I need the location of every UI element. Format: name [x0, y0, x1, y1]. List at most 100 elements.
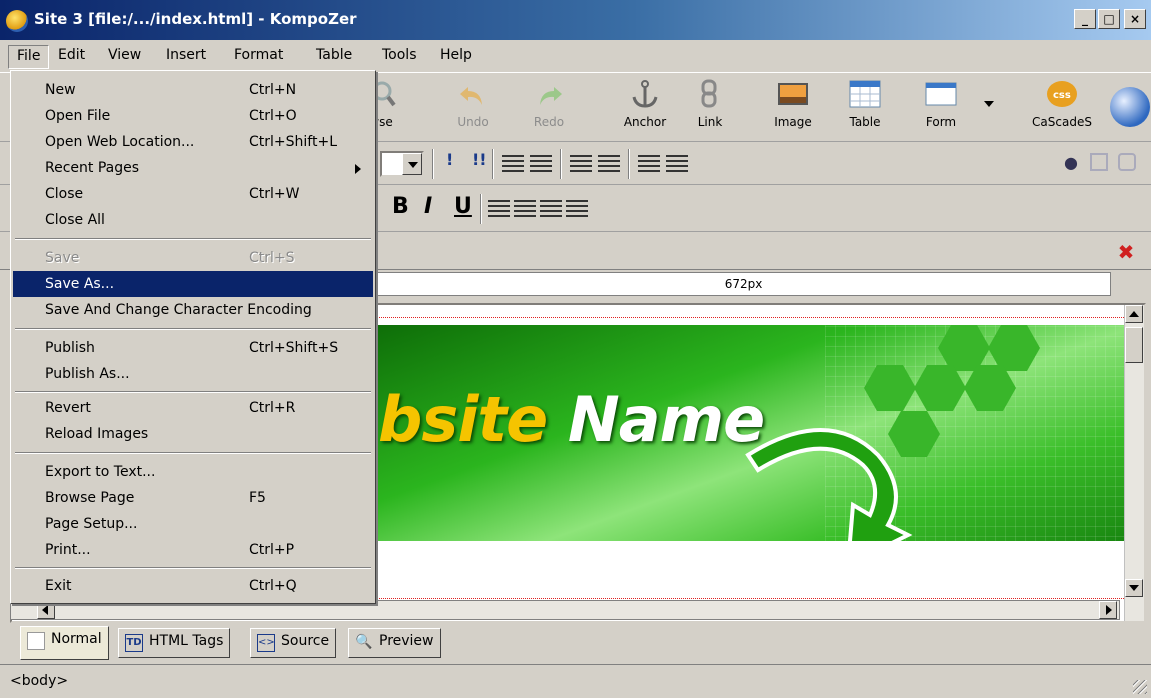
menu-item-save-change-encoding[interactable]: Save And Change Character Encoding [13, 297, 373, 323]
align-right-icon[interactable] [540, 200, 562, 218]
menu-item-save-as[interactable]: Save As... [13, 271, 373, 297]
italic-button[interactable]: I [424, 194, 432, 219]
underline-button[interactable]: U [454, 194, 472, 219]
menu-item-print[interactable]: Print... Ctrl+P [13, 537, 373, 563]
close-window-button[interactable]: × [1124, 9, 1146, 29]
resize-grip-icon[interactable] [1133, 680, 1147, 694]
window-title: Site 3 [file:/.../index.html] - KompoZer [34, 10, 357, 28]
toolbar-separator [492, 149, 494, 179]
vertical-scrollbar[interactable] [1124, 305, 1144, 621]
submenu-arrow-icon [355, 164, 361, 174]
menu-separator [15, 567, 371, 569]
menu-item-open-file[interactable]: Open File Ctrl+O [13, 103, 373, 129]
cascades-label: CaScadeS [1032, 115, 1092, 129]
undo-icon [456, 79, 490, 109]
toolbar-separator [432, 149, 434, 179]
element-path[interactable]: <body> [10, 673, 68, 689]
page-icon [27, 632, 45, 650]
layer-icon[interactable] [1090, 153, 1108, 171]
text-style-dropdown[interactable] [380, 151, 424, 177]
outdent-icon[interactable] [598, 155, 620, 173]
chain-link-icon [693, 79, 727, 109]
menu-item-publish[interactable]: Publish Ctrl+Shift+S [13, 335, 373, 361]
definition-term-icon[interactable] [638, 155, 660, 173]
form-dropdown-arrow-icon[interactable] [984, 101, 994, 107]
kompozer-app-icon [6, 10, 28, 32]
bold-button[interactable]: B [392, 194, 409, 219]
bullet-list-icon[interactable] [530, 155, 552, 173]
zoom-icon[interactable]: ● [1064, 153, 1078, 172]
menu-view[interactable]: View [100, 45, 149, 69]
tab-preview-label: Preview [379, 633, 434, 649]
globe-icon[interactable] [1110, 87, 1150, 127]
align-left-icon[interactable] [488, 200, 510, 218]
menu-item-open-web-location[interactable]: Open Web Location... Ctrl+Shift+L [13, 129, 373, 155]
close-tab-icon[interactable]: ✖ [1116, 242, 1136, 262]
scroll-right-icon[interactable] [1099, 601, 1117, 619]
image-button[interactable]: Image [760, 77, 826, 129]
menu-item-page-setup[interactable]: Page Setup... [13, 511, 373, 537]
menu-separator [15, 391, 371, 393]
menu-insert[interactable]: Insert [158, 45, 214, 69]
banner-site-name: bsite Name [378, 383, 765, 456]
tab-normal[interactable]: Normal [20, 626, 109, 660]
menu-separator [15, 328, 371, 330]
anchor-button[interactable]: Anchor [612, 77, 678, 129]
redo-button[interactable]: Redo [516, 77, 582, 129]
banner-image[interactable]: bsite Name [378, 325, 1125, 557]
scroll-down-icon[interactable] [1125, 579, 1143, 597]
redo-label: Redo [533, 115, 565, 129]
numbered-list-icon[interactable] [502, 155, 524, 173]
undo-button[interactable]: Undo [440, 77, 506, 129]
menu-item-publish-as[interactable]: Publish As... [13, 361, 373, 387]
menu-item-close-all[interactable]: Close All [13, 207, 373, 233]
tab-html-tags[interactable]: TD HTML Tags [118, 628, 231, 658]
chevron-down-icon [402, 153, 422, 175]
banner-bottom-strip [378, 541, 1125, 557]
menu-item-export-to-text[interactable]: Export to Text... [13, 459, 373, 485]
layer-link-icon[interactable] [1118, 153, 1136, 171]
menu-item-revert[interactable]: Revert Ctrl+R [13, 395, 373, 421]
tab-preview[interactable]: 🔍 Preview [348, 628, 441, 658]
larger-text-icon[interactable]: !! [472, 150, 487, 169]
menu-item-exit[interactable]: Exit Ctrl+Q [13, 573, 373, 599]
status-bar: <body> [0, 664, 1151, 698]
link-button[interactable]: Link [686, 77, 734, 129]
menu-item-save: Save Ctrl+S [45, 250, 295, 266]
menu-item-close[interactable]: Close Ctrl+W [13, 181, 373, 207]
minimize-button[interactable]: _ [1074, 9, 1096, 29]
cascades-button[interactable]: css CaScadeS [1024, 77, 1100, 129]
tab-html-tags-label: HTML Tags [149, 633, 224, 649]
tab-source[interactable]: <> Source [250, 628, 337, 658]
css-palette-icon: css [1045, 79, 1079, 109]
scroll-up-icon[interactable] [1125, 305, 1143, 323]
menu-help[interactable]: Help [432, 45, 480, 69]
scrollbar-thumb[interactable] [1125, 327, 1143, 363]
table-icon [848, 79, 882, 109]
justify-icon[interactable] [566, 200, 588, 218]
toolbar-separator [628, 149, 630, 179]
menu-format[interactable]: Format [226, 45, 291, 69]
smaller-text-icon[interactable]: ! [446, 150, 453, 169]
source-code-icon: <> [257, 634, 275, 652]
menu-edit[interactable]: Edit [50, 45, 93, 69]
indent-icon[interactable] [570, 155, 592, 173]
menu-separator [15, 238, 371, 240]
definition-description-icon[interactable] [666, 155, 688, 173]
align-center-icon[interactable] [514, 200, 536, 218]
link-label: Link [697, 115, 723, 129]
menu-item-browse-page[interactable]: Browse Page F5 [13, 485, 373, 511]
table-button[interactable]: Table [832, 77, 898, 129]
menu-item-reload-images[interactable]: Reload Images [13, 421, 373, 447]
menu-table[interactable]: Table [308, 45, 360, 69]
form-button[interactable]: Form [908, 77, 974, 129]
menu-separator [15, 452, 371, 454]
menu-item-recent-pages[interactable]: Recent Pages [13, 155, 373, 181]
form-icon [924, 79, 958, 109]
maximize-button[interactable]: □ [1098, 9, 1120, 29]
magnifier-icon: 🔍 [355, 634, 373, 650]
menu-tools[interactable]: Tools [374, 45, 425, 69]
svg-text:css: css [1053, 90, 1071, 101]
menu-file[interactable]: File [8, 45, 50, 69]
menu-item-new[interactable]: New Ctrl+N [13, 77, 373, 103]
